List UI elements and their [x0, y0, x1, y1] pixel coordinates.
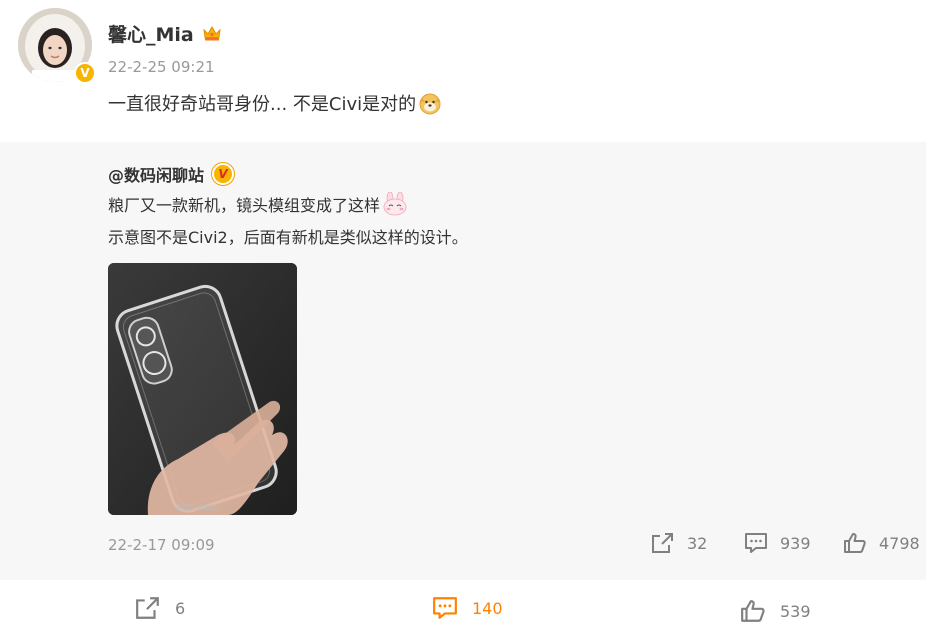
comment-icon	[745, 533, 767, 553]
repost-text-line1: 粮厂又一款新机，镜头模组变成了这样	[108, 192, 408, 216]
comment-icon	[433, 597, 457, 619]
phone-case-photo[interactable]: @数码闲聊站	[108, 263, 297, 515]
repost-text: 粮厂又一款新机，镜头模组变成了这样	[108, 196, 381, 215]
share-count: 6	[175, 598, 186, 618]
share-button[interactable]: 6	[135, 596, 185, 620]
share-icon	[652, 533, 673, 553]
repost-comment-count: 939	[780, 533, 811, 553]
avatar[interactable]: V	[18, 8, 96, 84]
repost-share-button[interactable]: 32	[651, 532, 707, 554]
post-timestamp[interactable]: 22-2-25 09:21	[108, 58, 215, 76]
comment-count: 140	[472, 598, 503, 618]
post-content: 一直很好奇站哥身份... 不是Civi是对的	[108, 90, 442, 116]
image-watermark: @数码闲聊站	[176, 503, 218, 512]
reposted-weibo[interactable]: @数码闲聊站 V 粮厂又一款新机，镜头模组变成了这样 示意图不是Civi2，后面…	[0, 142, 926, 580]
comment-button[interactable]: 140	[432, 596, 503, 620]
repost-comment-button[interactable]: 939	[744, 532, 811, 554]
doge-icon	[419, 93, 441, 115]
repost-like-count: 4798	[879, 533, 920, 553]
post-action-bar: 6 140 539	[0, 580, 926, 637]
repost-footer: 22-2-17 09:09 32 939 4798	[0, 532, 926, 562]
repost-like-button[interactable]: 4798	[843, 532, 920, 554]
share-icon	[136, 597, 159, 619]
like-button[interactable]: 539	[740, 599, 811, 623]
thumbs-up-icon	[844, 533, 866, 553]
post-text: 一直很好奇站哥身份... 不是Civi是对的	[108, 94, 417, 115]
like-count: 539	[780, 601, 811, 621]
author-name[interactable]: 馨心_Mia	[108, 20, 194, 47]
verified-v-badge: V	[212, 163, 235, 185]
thumbs-up-icon	[741, 600, 765, 622]
repost-author-name[interactable]: @数码闲聊站	[108, 162, 204, 186]
repost-share-count: 32	[687, 533, 708, 553]
weibo-post: V 馨心_Mia 22-2-25 09:21 一直很好奇站哥身份... 不是Ci…	[0, 0, 926, 637]
repost-text-line2: 示意图不是Civi2，后面有新机是类似这样的设计。	[108, 228, 468, 247]
verified-badge: V	[74, 62, 96, 84]
repost-timestamp[interactable]: 22-2-17 09:09	[108, 536, 215, 554]
rabbit-face-icon	[383, 192, 407, 216]
crown-icon[interactable]	[202, 24, 222, 44]
